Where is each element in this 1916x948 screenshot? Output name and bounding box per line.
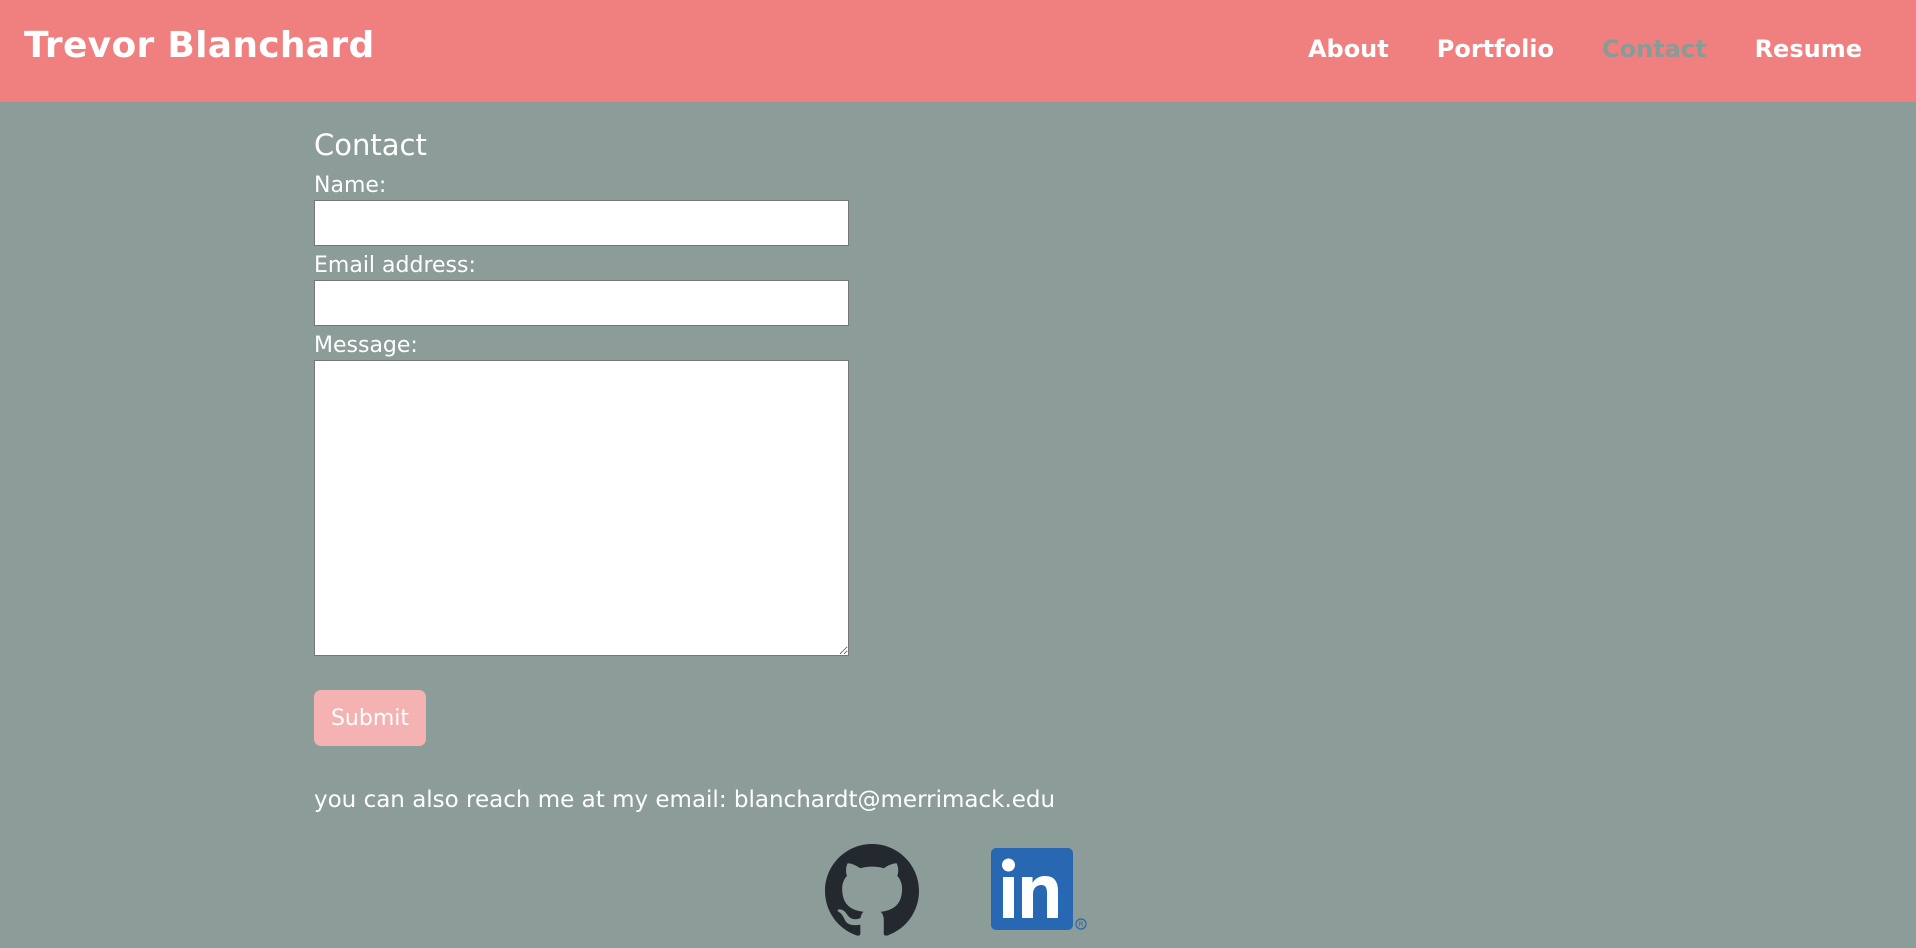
- submit-button[interactable]: Submit: [314, 690, 426, 746]
- github-link[interactable]: [825, 844, 919, 942]
- name-input[interactable]: [314, 200, 849, 246]
- nav-link-about[interactable]: About: [1308, 35, 1389, 63]
- email-label: Email address:: [314, 253, 476, 278]
- top-navbar: Trevor Blanchard About Portfolio Contact…: [0, 0, 1916, 102]
- page-title: Contact: [314, 128, 427, 162]
- message-textarea[interactable]: [314, 360, 849, 656]
- message-label: Message:: [314, 333, 418, 358]
- github-icon: [825, 844, 919, 936]
- linkedin-link[interactable]: R: [991, 844, 1089, 936]
- nav-link-resume[interactable]: Resume: [1755, 35, 1862, 63]
- svg-text:R: R: [1079, 921, 1084, 929]
- social-links: R: [825, 844, 1089, 942]
- contact-section: Contact Name: Email address: Message: Su…: [314, 124, 1214, 816]
- email-input[interactable]: [314, 280, 849, 326]
- email-note: you can also reach me at my email: blanc…: [314, 787, 1056, 813]
- site-brand[interactable]: Trevor Blanchard: [24, 25, 375, 66]
- nav-link-portfolio[interactable]: Portfolio: [1437, 35, 1554, 63]
- name-label: Name:: [314, 173, 387, 198]
- contact-form: Name: Email address: Message: Submit: [314, 172, 1214, 746]
- linkedin-icon: R: [991, 848, 1087, 930]
- nav-links: About Portfolio Contact Resume: [1308, 35, 1862, 63]
- nav-link-contact[interactable]: Contact: [1602, 35, 1707, 63]
